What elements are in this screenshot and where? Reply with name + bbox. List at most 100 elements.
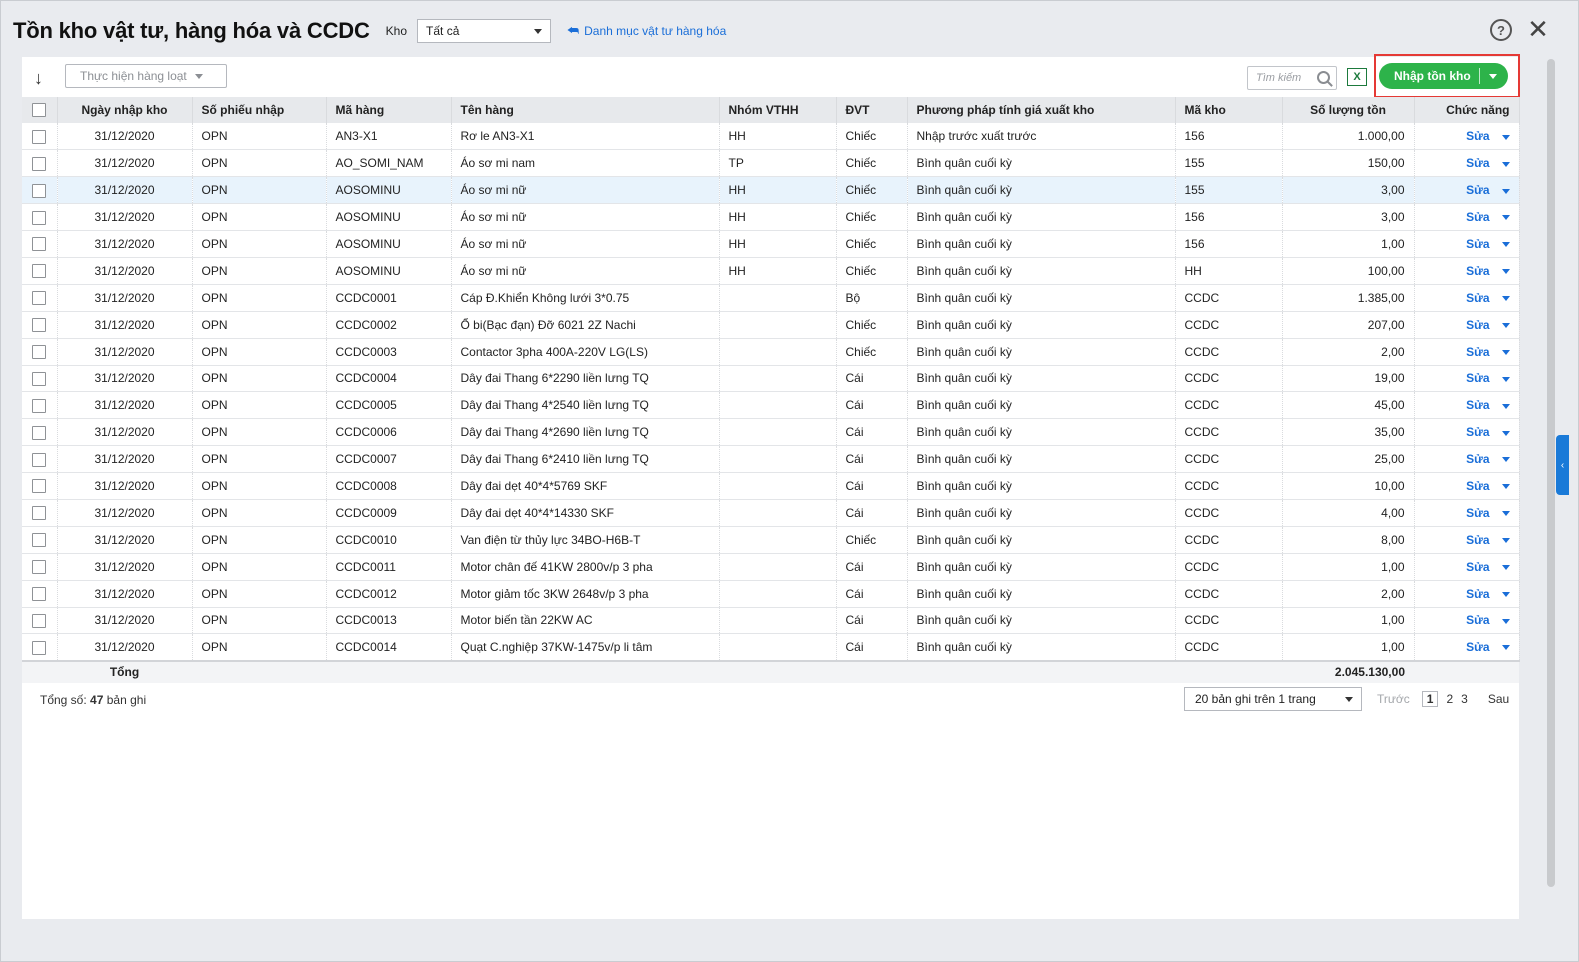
edit-link[interactable]: Sửa (1466, 156, 1489, 170)
col-warehouse[interactable]: Mã kho (1175, 97, 1283, 123)
row-menu-chevron-icon[interactable] (1501, 457, 1510, 463)
row-checkbox[interactable] (32, 264, 47, 279)
side-panel-toggle[interactable]: ‹ (1556, 435, 1569, 495)
row-checkbox[interactable] (32, 210, 47, 225)
row-checkbox[interactable] (32, 398, 47, 413)
col-date[interactable]: Ngày nhập kho (57, 97, 193, 123)
table-row[interactable]: 31/12/2020 OPN AN3-X1 Rơ le AN3-X1 HH Chiếc Nh… (22, 123, 1520, 151)
table-row[interactable]: 31/12/2020 OPN CCDC0014 Quạt C.nghiệp 37KW-… (22, 633, 1520, 662)
edit-link[interactable]: Sửa (1466, 640, 1489, 654)
table-row[interactable]: 31/12/2020 OPN CCDC0008 Dây đai dẹt 40*4*57… (22, 472, 1520, 500)
col-item-name[interactable]: Tên hàng (451, 97, 720, 123)
col-method[interactable]: Phương pháp tính giá xuất kho (907, 97, 1176, 123)
col-quantity[interactable]: Số lượng tồn (1282, 97, 1415, 123)
row-menu-chevron-icon[interactable] (1501, 161, 1510, 167)
table-row[interactable]: 31/12/2020 OPN AOSOMINU Áo sơ mi nữ HH Chiếc B… (22, 203, 1520, 232)
page-size-select[interactable]: 20 bản ghi trên 1 trang (1184, 687, 1362, 711)
edit-link[interactable]: Sửa (1466, 533, 1489, 547)
row-checkbox[interactable] (32, 237, 47, 252)
warehouse-select[interactable]: Tất cả (417, 19, 552, 43)
row-menu-chevron-icon[interactable] (1501, 511, 1510, 517)
row-menu-chevron-icon[interactable] (1501, 134, 1510, 140)
row-menu-chevron-icon[interactable] (1501, 565, 1510, 571)
row-menu-chevron-icon[interactable] (1501, 188, 1510, 194)
table-row[interactable]: 31/12/2020 OPN CCDC0003 Contactor 3pha 400A… (22, 338, 1520, 366)
prev-page-button[interactable]: Trước (1377, 692, 1410, 706)
table-row[interactable]: 31/12/2020 OPN AO_SOMI_NAM Áo sơ mi nam TP Ch… (22, 149, 1520, 178)
table-row[interactable]: 31/12/2020 OPN CCDC0011 Motor chân đế 41KW … (22, 553, 1520, 581)
close-icon[interactable]: ✕ (1526, 15, 1550, 43)
row-checkbox[interactable] (32, 318, 47, 333)
search-box[interactable] (1247, 66, 1337, 90)
table-row[interactable]: 31/12/2020 OPN AOSOMINU Áo sơ mi nữ HH Chiếc B… (22, 176, 1520, 205)
page-2-button[interactable]: 2 (1446, 692, 1453, 706)
table-row[interactable]: 31/12/2020 OPN CCDC0002 Ổ bi(Bạc đạn) Đỡ 60… (22, 311, 1520, 339)
row-menu-chevron-icon[interactable] (1501, 591, 1510, 597)
edit-link[interactable]: Sửa (1466, 398, 1489, 412)
row-checkbox[interactable] (32, 183, 47, 198)
table-row[interactable]: 31/12/2020 OPN CCDC0012 Motor giảm tốc 3KW … (22, 580, 1520, 608)
edit-link[interactable]: Sửa (1466, 237, 1489, 251)
table-row[interactable]: 31/12/2020 OPN CCDC0009 Dây đai dẹt 40*4*14… (22, 499, 1520, 527)
edit-link[interactable]: Sửa (1466, 479, 1489, 493)
next-page-button[interactable]: Sau (1488, 692, 1509, 706)
row-checkbox[interactable] (32, 291, 47, 306)
vertical-scrollbar[interactable] (1547, 59, 1555, 887)
table-row[interactable]: 31/12/2020 OPN CCDC0005 Dây đai Thang 4*254… (22, 391, 1520, 420)
import-inventory-button[interactable]: Nhập tồn kho (1379, 63, 1508, 89)
row-checkbox[interactable] (32, 506, 47, 521)
row-checkbox[interactable] (32, 479, 47, 494)
table-row[interactable]: 31/12/2020 OPN CCDC0006 Dây đai Thang 4*269… (22, 418, 1520, 447)
row-menu-chevron-icon[interactable] (1501, 538, 1510, 544)
row-checkbox[interactable] (32, 640, 47, 655)
row-checkbox[interactable] (32, 425, 47, 440)
row-menu-chevron-icon[interactable] (1501, 269, 1510, 275)
table-row[interactable]: 31/12/2020 OPN CCDC0013 Motor biến tần 22KW… (22, 607, 1520, 635)
row-checkbox[interactable] (32, 156, 47, 171)
select-all-checkbox[interactable] (32, 103, 47, 118)
edit-link[interactable]: Sửa (1466, 613, 1489, 627)
page-3-button[interactable]: 3 (1461, 692, 1468, 706)
edit-link[interactable]: Sửa (1466, 264, 1489, 278)
table-row[interactable]: 31/12/2020 OPN AOSOMINU Áo sơ mi nữ HH Chiếc B… (22, 257, 1520, 285)
table-row[interactable]: 31/12/2020 OPN AOSOMINU Áo sơ mi nữ HH Chiếc B… (22, 230, 1520, 258)
col-doc-no[interactable]: Số phiếu nhập (192, 97, 327, 123)
row-menu-chevron-icon[interactable] (1501, 296, 1510, 302)
col-unit[interactable]: ĐVT (836, 97, 908, 123)
table-row[interactable]: 31/12/2020 OPN CCDC0001 Cáp Đ.Khiển Không l… (22, 284, 1520, 312)
bulk-action-button[interactable]: Thực hiện hàng loạt (65, 64, 227, 88)
sort-arrow-icon[interactable]: ↓ (34, 69, 43, 87)
row-menu-chevron-icon[interactable] (1501, 430, 1510, 436)
edit-link[interactable]: Sửa (1466, 425, 1489, 439)
chevron-down-icon[interactable] (1489, 73, 1497, 79)
edit-link[interactable]: Sửa (1466, 210, 1489, 224)
row-menu-chevron-icon[interactable] (1501, 376, 1510, 382)
row-checkbox[interactable] (32, 533, 47, 548)
edit-link[interactable]: Sửa (1466, 452, 1489, 466)
edit-link[interactable]: Sửa (1466, 291, 1489, 305)
edit-link[interactable]: Sửa (1466, 345, 1489, 359)
row-checkbox[interactable] (32, 452, 47, 467)
col-item-code[interactable]: Mã hàng (326, 97, 452, 123)
row-menu-chevron-icon[interactable] (1501, 242, 1510, 248)
page-1-button[interactable]: 1 (1421, 691, 1439, 707)
edit-link[interactable]: Sửa (1466, 183, 1489, 197)
edit-link[interactable]: Sửa (1466, 318, 1489, 332)
edit-link[interactable]: Sửa (1466, 371, 1489, 385)
edit-link[interactable]: Sửa (1466, 506, 1489, 520)
row-menu-chevron-icon[interactable] (1501, 484, 1510, 490)
row-menu-chevron-icon[interactable] (1501, 618, 1510, 624)
table-row[interactable]: 31/12/2020 OPN CCDC0007 Dây đai Thang 6*241… (22, 445, 1520, 474)
search-icon[interactable] (1317, 71, 1330, 84)
table-row[interactable]: 31/12/2020 OPN CCDC0010 Van điện từ thủy lự… (22, 526, 1520, 554)
row-checkbox[interactable] (32, 560, 47, 575)
row-checkbox[interactable] (32, 613, 47, 628)
edit-link[interactable]: Sửa (1466, 560, 1489, 574)
help-icon[interactable]: ? (1490, 19, 1512, 41)
row-menu-chevron-icon[interactable] (1501, 645, 1510, 651)
row-menu-chevron-icon[interactable] (1501, 323, 1510, 328)
row-menu-chevron-icon[interactable] (1501, 215, 1510, 221)
excel-export-icon[interactable]: X (1347, 68, 1367, 86)
row-menu-chevron-icon[interactable] (1501, 349, 1510, 355)
row-menu-chevron-icon[interactable] (1501, 403, 1510, 409)
